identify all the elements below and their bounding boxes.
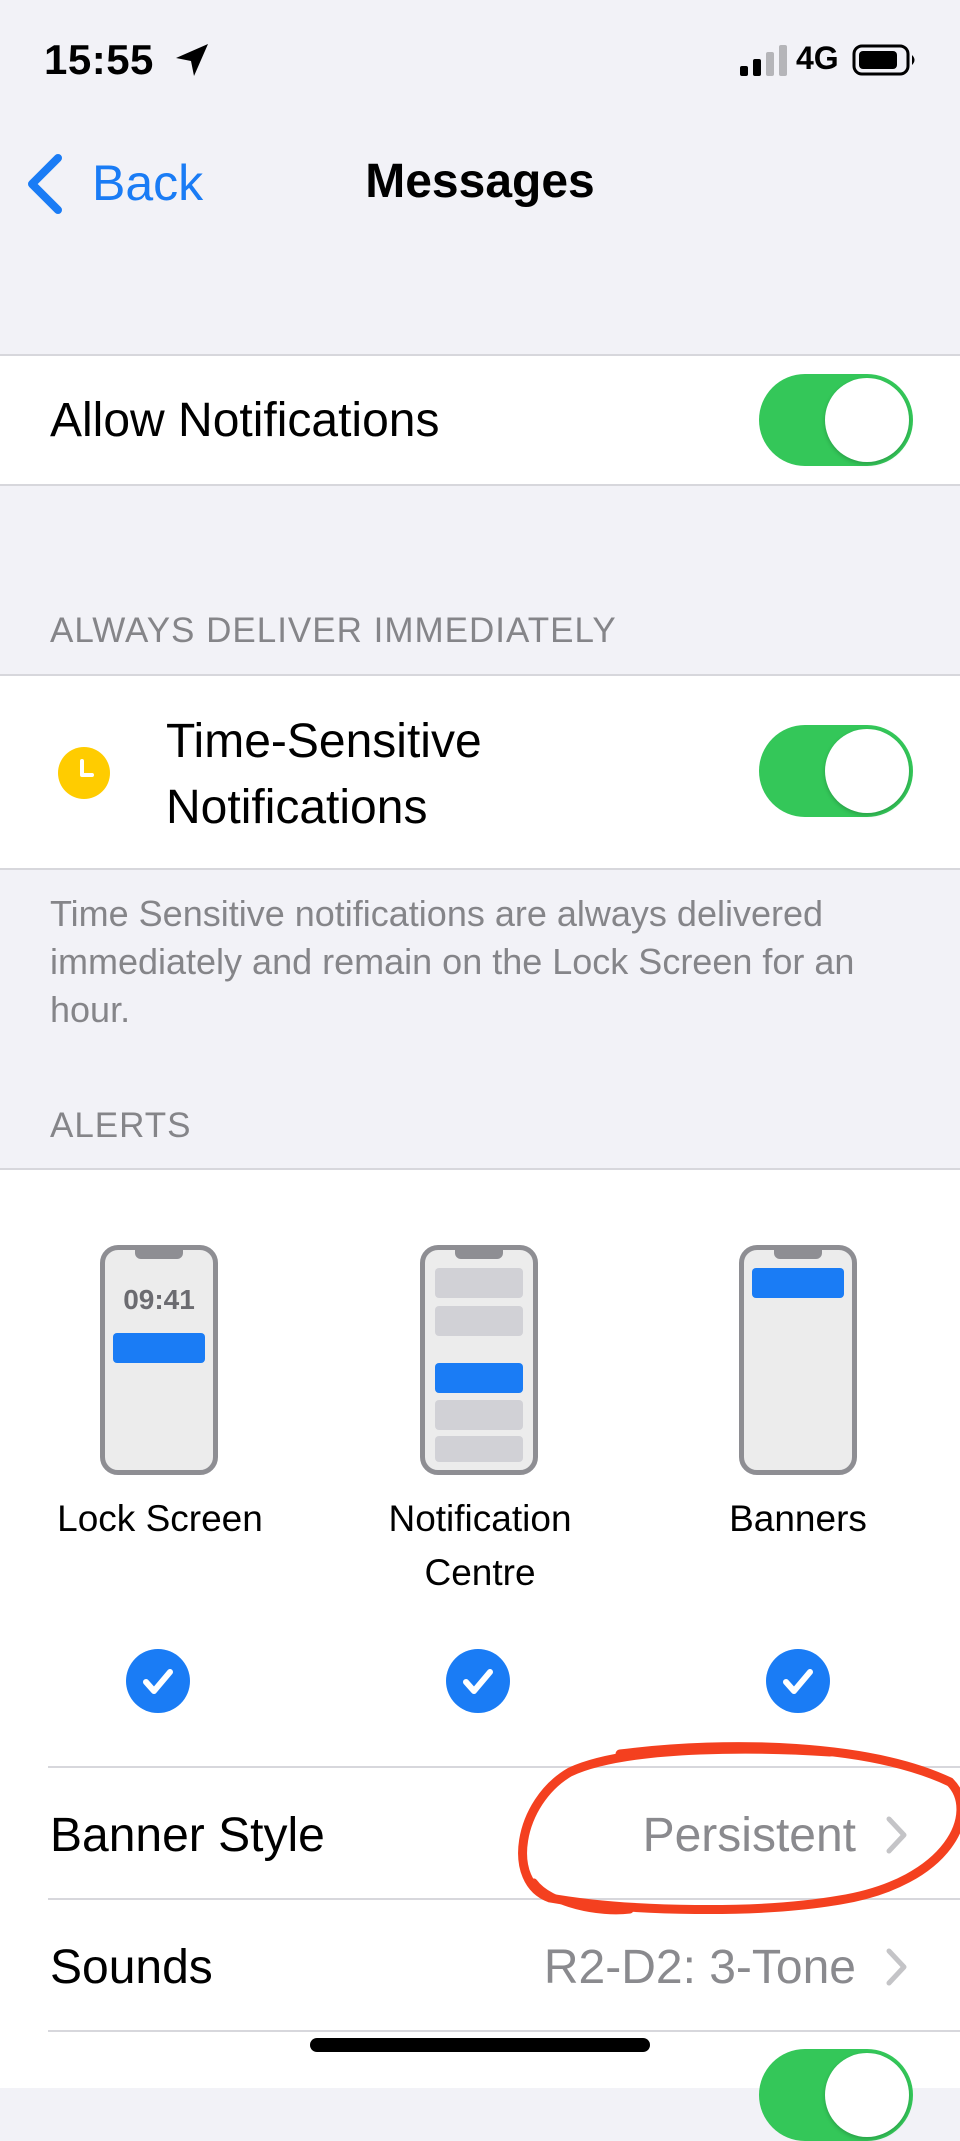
notification-centre-preview[interactable] <box>420 1245 538 1475</box>
chevron-right-icon <box>886 1948 907 1986</box>
notification-banner <box>435 1363 523 1393</box>
alerts-header: ALERTS <box>50 1106 192 1145</box>
banner-style-label: Banner Style <box>50 1809 325 1862</box>
network-type: 4G <box>796 40 839 76</box>
checkmark-icon <box>463 1669 493 1694</box>
lock-screen-preview[interactable]: 09:41 <box>100 1245 218 1475</box>
status-time: 15:55 <box>44 36 154 83</box>
time-sensitive-label-line2: Notifications <box>166 781 428 834</box>
allow-notifications-label: Allow Notifications <box>50 394 440 447</box>
notification-centre-label-line2: Centre <box>424 1552 536 1593</box>
toggle-knob <box>825 729 909 813</box>
stack-item <box>435 1268 523 1298</box>
location-arrow-icon <box>176 44 208 76</box>
stack-item <box>435 1436 523 1462</box>
checkmark-icon <box>143 1669 173 1694</box>
sounds-label: Sounds <box>50 1941 213 1994</box>
battery-icon <box>852 44 915 76</box>
annotation-circle-icon <box>518 1742 960 1915</box>
sounds-value: R2-D2: 3-Tone <box>543 1941 856 1994</box>
lock-screen-label: Lock Screen <box>57 1498 263 1539</box>
time-sensitive-label-line1: Time-Sensitive <box>166 715 482 768</box>
banners-checkmark[interactable] <box>766 1649 830 1713</box>
notification-centre-checkmark[interactable] <box>446 1649 510 1713</box>
notification-centre-label-line1: Notification <box>388 1498 572 1539</box>
always-deliver-header: ALWAYS DELIVER IMMEDIATELY <box>50 611 617 650</box>
phone-notch <box>135 1249 183 1259</box>
lock-screen-checkmark[interactable] <box>126 1649 190 1713</box>
badges-toggle[interactable] <box>759 2049 913 2141</box>
row-separator <box>48 2030 960 2032</box>
checkmark-icon <box>783 1669 813 1694</box>
lock-screen-time: 09:41 <box>123 1284 195 1315</box>
banners-preview[interactable] <box>739 1245 857 1475</box>
home-indicator <box>310 2038 650 2052</box>
clock-icon <box>58 747 110 799</box>
stack-item <box>435 1306 523 1336</box>
toggle-knob <box>825 378 909 462</box>
cellular-signal-icon <box>740 45 787 76</box>
notification-banner <box>113 1333 205 1363</box>
phone-notch <box>774 1249 822 1259</box>
stack-item <box>435 1400 523 1430</box>
notification-banner <box>752 1268 844 1298</box>
toggle-knob <box>825 2053 909 2137</box>
banners-label: Banners <box>729 1498 867 1539</box>
allow-notifications-toggle[interactable] <box>759 374 913 466</box>
phone-notch <box>455 1249 503 1259</box>
time-sensitive-footnote: Time Sensitive notifications are always … <box>50 893 855 1030</box>
time-sensitive-toggle[interactable] <box>759 725 913 817</box>
page-title: Messages <box>365 155 595 208</box>
